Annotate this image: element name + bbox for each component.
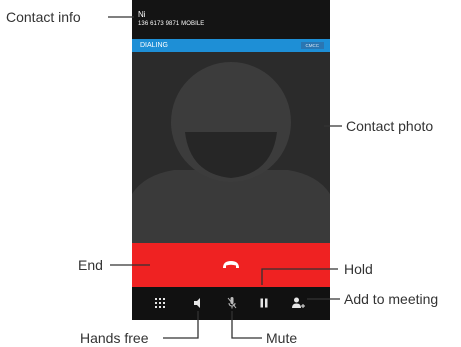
annotation-contact-info: Contact info <box>6 9 81 25</box>
default-avatar-icon <box>132 62 330 243</box>
annotation-mute: Mute <box>266 330 298 346</box>
mute-button[interactable] <box>224 295 240 311</box>
annotation-hands-free: Hands free <box>80 330 149 346</box>
call-controls-bar <box>132 287 330 320</box>
contact-name: Ni <box>138 10 146 19</box>
annotation-contact-photo: Contact photo <box>346 118 434 134</box>
call-status-text: DIALING <box>140 42 169 49</box>
speaker-icon <box>194 298 200 308</box>
annotation-hold: Hold <box>344 261 373 277</box>
dialpad-icon <box>155 298 165 308</box>
carrier-badge: CMCC <box>300 42 324 49</box>
add-to-meeting-button[interactable] <box>290 295 306 311</box>
end-call-bar <box>132 243 330 287</box>
contact-number: 136 6173 9871 MOBILE <box>138 21 205 27</box>
call-screen: Ni 136 6173 9871 MOBILE DIALING CMCC <box>132 0 330 320</box>
add-person-icon <box>292 297 305 308</box>
annotation-add-to-meeting: Add to meeting <box>344 291 439 307</box>
annotation-end: End <box>78 257 103 273</box>
hold-button[interactable] <box>256 295 272 311</box>
phone-hangup-icon <box>223 261 239 268</box>
contact-info-panel: Ni 136 6173 9871 MOBILE <box>132 0 330 39</box>
dialpad-button[interactable] <box>152 295 168 311</box>
contact-photo <box>132 52 330 243</box>
call-status-bar: DIALING CMCC <box>132 39 330 52</box>
hands-free-button[interactable] <box>189 295 205 311</box>
pause-icon <box>260 298 268 308</box>
end-call-button[interactable] <box>211 258 251 274</box>
microphone-mute-icon <box>227 297 237 309</box>
